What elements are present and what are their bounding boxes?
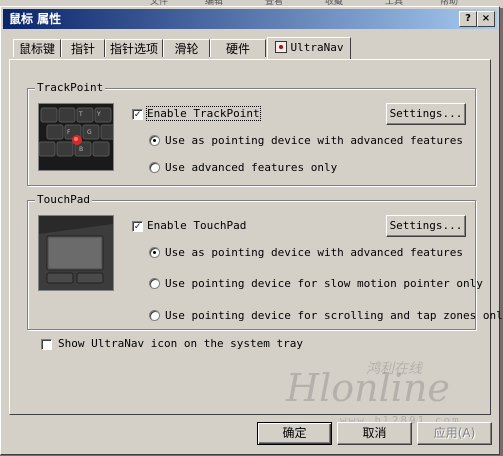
show-tray-icon-label[interactable]: Show UltraNav icon on the system tray	[58, 337, 303, 350]
touchpad-group-label: TouchPad	[35, 193, 92, 206]
help-icon: ?	[465, 13, 471, 24]
touchpad-settings-button[interactable]: Settings...	[386, 215, 466, 237]
tab-pointer-options[interactable]: 指针选项	[105, 39, 163, 57]
ok-button[interactable]: 确定	[257, 422, 332, 445]
ultranav-icon	[274, 41, 287, 53]
tab-ultranav[interactable]: UltraNav	[267, 37, 351, 59]
enable-trackpoint-label[interactable]: Enable TrackPoint	[146, 106, 261, 121]
touchpad-group: TouchPad ✓ Enable TouchPad Settings... U…	[27, 193, 503, 330]
touchpad-slow-motion-radio[interactable]	[149, 278, 160, 289]
svg-text:T: T	[78, 111, 83, 118]
enable-touchpad-checkbox[interactable]: ✓	[132, 221, 143, 232]
mouse-properties-dialog: 鼠标 属性 ? × 鼠标键 指针 指针选项 滑轮 硬件 UltraNav Tra…	[0, 6, 503, 455]
svg-text:G: G	[87, 129, 92, 136]
help-button[interactable]: ?	[459, 11, 477, 27]
enable-touchpad-label[interactable]: Enable TouchPad	[147, 219, 246, 232]
trackpoint-advanced-only-radio[interactable]	[149, 162, 160, 173]
touchpad-image	[38, 215, 114, 291]
tab-wheel[interactable]: 滑轮	[163, 39, 210, 57]
close-icon: ×	[481, 13, 491, 24]
touchpad-scroll-tap-label[interactable]: Use pointing device for scrolling and ta…	[165, 309, 503, 322]
touchpad-advanced-radio[interactable]	[149, 247, 160, 258]
trackpoint-settings-button[interactable]: Settings...	[386, 103, 466, 125]
touchpad-scroll-tap-radio[interactable]	[149, 310, 160, 321]
watermark-logo: Hlonline	[286, 366, 450, 410]
tab-buttons[interactable]: 鼠标键	[13, 39, 61, 57]
title-bar[interactable]: 鼠标 属性 ? ×	[3, 9, 497, 29]
enable-trackpoint-checkbox[interactable]: ✓	[132, 109, 143, 120]
tab-pointers[interactable]: 指针	[61, 39, 105, 57]
apply-button[interactable]: 应用(A)	[417, 422, 492, 445]
watermark-chinese: 鸿利在线	[366, 361, 422, 377]
trackpoint-image: T Y F G B	[38, 103, 114, 171]
show-tray-icon-checkbox[interactable]	[41, 339, 52, 350]
tab-hardware[interactable]: 硬件	[210, 39, 266, 57]
touchpad-slow-motion-label[interactable]: Use pointing device for slow motion poin…	[165, 277, 483, 290]
close-button[interactable]: ×	[477, 11, 495, 27]
tab-ultranav-label: UltraNav	[290, 41, 344, 54]
trackpoint-group-label: TrackPoint	[35, 81, 106, 94]
trackpoint-advanced-radio[interactable]	[149, 135, 160, 146]
svg-text:Y: Y	[96, 111, 101, 118]
touchpad-advanced-label[interactable]: Use as pointing device with advanced fea…	[165, 246, 463, 259]
ultranav-tab-panel: TrackPoint T Y F G B ✓ Enable TrackPoint…	[9, 59, 503, 427]
trackpoint-advanced-only-label[interactable]: Use advanced features only	[165, 161, 337, 174]
svg-text:F: F	[67, 129, 71, 136]
window-title: 鼠标 属性	[9, 12, 62, 26]
trackpoint-advanced-label[interactable]: Use as pointing device with advanced fea…	[165, 134, 463, 147]
cancel-button[interactable]: 取消	[337, 422, 412, 445]
trackpoint-group: TrackPoint T Y F G B ✓ Enable TrackPoint…	[27, 81, 476, 186]
svg-text:B: B	[79, 146, 83, 153]
